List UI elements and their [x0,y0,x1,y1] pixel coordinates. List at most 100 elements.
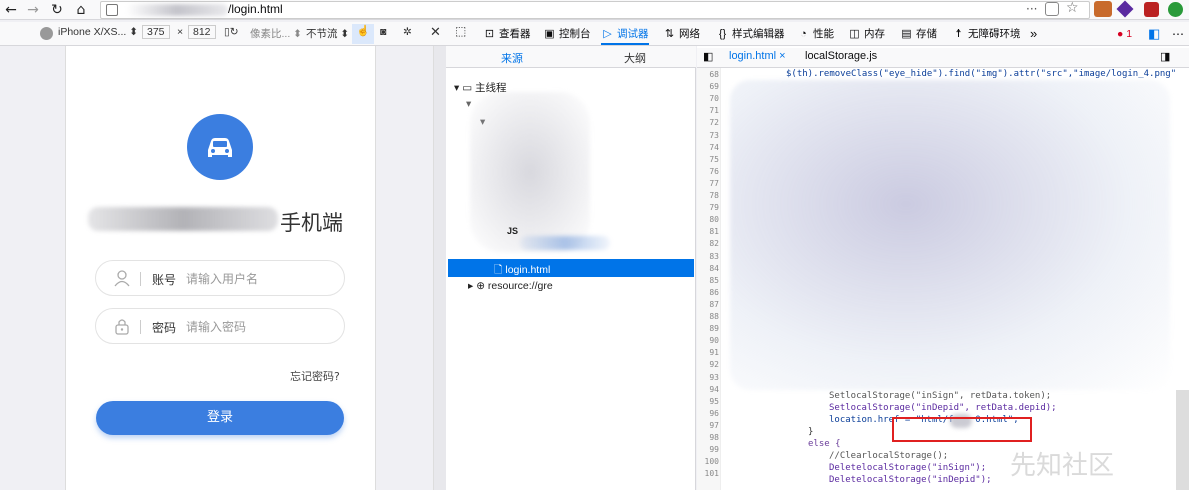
tree-file-login[interactable]: 🗋 login.html [494,262,550,280]
settings-gear-icon[interactable]: ✲ [403,26,412,38]
line-number[interactable]: 70 [699,94,719,103]
error-indicator[interactable]: ● 1 [1117,25,1132,45]
line-number[interactable]: 69 [699,82,719,91]
ublock-icon[interactable] [1144,2,1159,17]
password-input[interactable] [186,318,326,336]
line-number[interactable]: 68 [699,70,719,79]
tree-expander[interactable]: ▾ [466,98,471,110]
url-text[interactable]: /login.html [228,2,283,16]
line-number[interactable]: 72 [699,118,719,127]
editor-tabs-bar: ◧ login.html × localStorage.js ◨ [697,48,1189,68]
tab-accessibility[interactable]: ☨ 无障碍环境 [952,25,1021,45]
close-tab-icon[interactable]: × [779,50,785,62]
dpr-select[interactable]: 像素比... ⬍ [250,26,302,41]
line-number[interactable]: 96 [699,409,719,418]
editor-tab-login-label: login.html [729,50,777,62]
throttle-select[interactable]: 不节流 ⬍ [306,26,349,41]
page-info-icon[interactable] [106,4,118,16]
tab-memory[interactable]: ◫ 内存 [848,25,885,45]
evernote-icon[interactable] [1168,2,1183,17]
line-number[interactable]: 98 [699,433,719,442]
tab-performance[interactable]: ◔ 性能 [797,25,834,45]
line-number[interactable]: 74 [699,143,719,152]
tab-debugger[interactable]: ▷ 调试器 [601,25,649,45]
line-number[interactable]: 101 [699,469,719,478]
line-number[interactable]: 92 [699,360,719,369]
more-icon[interactable]: ··· [1026,2,1037,16]
line-number[interactable]: 84 [699,264,719,273]
tab-accessibility-label: 无障碍环境 [968,28,1021,40]
toggle-sidebar-icon[interactable]: ◨ [1160,50,1170,63]
home-icon[interactable]: ⌂ [72,1,90,19]
line-number[interactable]: 95 [699,397,719,406]
line-number[interactable]: 80 [699,215,719,224]
line-number[interactable]: 73 [699,131,719,140]
line-number[interactable]: 81 [699,227,719,236]
touch-simulation-icon[interactable]: ☝ [352,24,374,44]
bookmark-star-icon[interactable]: ☆ [1066,0,1079,16]
pocket-icon[interactable] [1045,2,1059,16]
login-button[interactable]: 登录 [96,401,344,435]
tab-inspector[interactable]: ⊡ 查看器 [483,25,531,45]
tab-outline[interactable]: 大纲 [624,50,646,66]
line-number[interactable]: 99 [699,445,719,454]
responsive-mode-icon[interactable]: ◧ [1148,25,1160,45]
viewport-resize-handle[interactable] [433,46,446,490]
extension-diamond-icon[interactable] [1116,0,1134,18]
line-number[interactable]: 97 [699,421,719,430]
line-number[interactable]: 75 [699,155,719,164]
password-field[interactable]: 密码 [95,308,345,344]
tab-storage[interactable]: ▤ 存储 [900,25,937,45]
burp-extension-icon[interactable] [1094,1,1112,17]
field-separator [140,272,141,286]
line-number[interactable]: 89 [699,324,719,333]
line-number[interactable]: 93 [699,373,719,382]
tab-network[interactable]: ⇅ 网络 [663,25,700,45]
line-number[interactable]: 90 [699,336,719,345]
redacted-host [126,4,228,16]
element-picker-icon[interactable]: ⬚ [455,24,466,38]
line-number[interactable]: 83 [699,252,719,261]
line-number[interactable]: 94 [699,385,719,394]
tab-style-editor[interactable]: {} 样式编辑器 [716,25,785,45]
tab-console-label: 控制台 [559,28,591,40]
editor-tab-localstorage[interactable]: localStorage.js [805,50,877,62]
tab-console[interactable]: ▣ 控制台 [543,25,591,45]
reload-icon[interactable]: ↻ [48,1,66,19]
screenshot-icon[interactable]: ◙ [380,26,386,38]
dimension-separator: × [177,26,184,38]
editor-tab-login[interactable]: login.html × [729,50,786,62]
forgot-password-link[interactable]: 忘记密码? [290,368,340,384]
more-tabs-icon[interactable]: » [1030,25,1037,45]
viewport-width-input[interactable]: 375 [142,25,170,39]
line-number[interactable]: 82 [699,239,719,248]
editor-scrollbar[interactable] [1176,390,1189,490]
viewport-height-input[interactable]: 812 [188,25,216,39]
line-number[interactable]: 87 [699,300,719,309]
storage-icon: ▤ [901,28,912,40]
tree-selected-row[interactable] [448,259,694,277]
line-number[interactable]: 100 [699,457,719,466]
account-field[interactable]: 账号 [95,260,345,296]
redacted-tree-item [520,236,610,250]
tree-resource[interactable]: ▸ ⊕ resource://gre [468,280,553,292]
line-number[interactable]: 85 [699,276,719,285]
line-number[interactable]: 88 [699,312,719,321]
line-number[interactable]: 78 [699,191,719,200]
line-number[interactable]: 86 [699,288,719,297]
account-input[interactable] [186,270,326,288]
close-rdm-icon[interactable]: ✕ [430,24,441,40]
code-line-101: DeletelocalStorage("inDepid"); [829,475,992,485]
tab-sources[interactable]: 来源 [501,50,523,66]
line-number[interactable]: 91 [699,348,719,357]
devtools-menu-icon[interactable]: ⋯ [1172,25,1184,45]
line-number[interactable]: 77 [699,179,719,188]
forward-icon[interactable]: → [24,1,42,19]
device-select[interactable]: iPhone X/XS... ⬍ [58,26,138,38]
rotate-icon[interactable]: ▯↻ [224,26,239,38]
line-number[interactable]: 76 [699,167,719,176]
back-icon[interactable]: ← [2,1,20,19]
line-number[interactable]: 71 [699,106,719,115]
toggle-sources-icon[interactable]: ◧ [703,50,713,63]
line-number[interactable]: 79 [699,203,719,212]
